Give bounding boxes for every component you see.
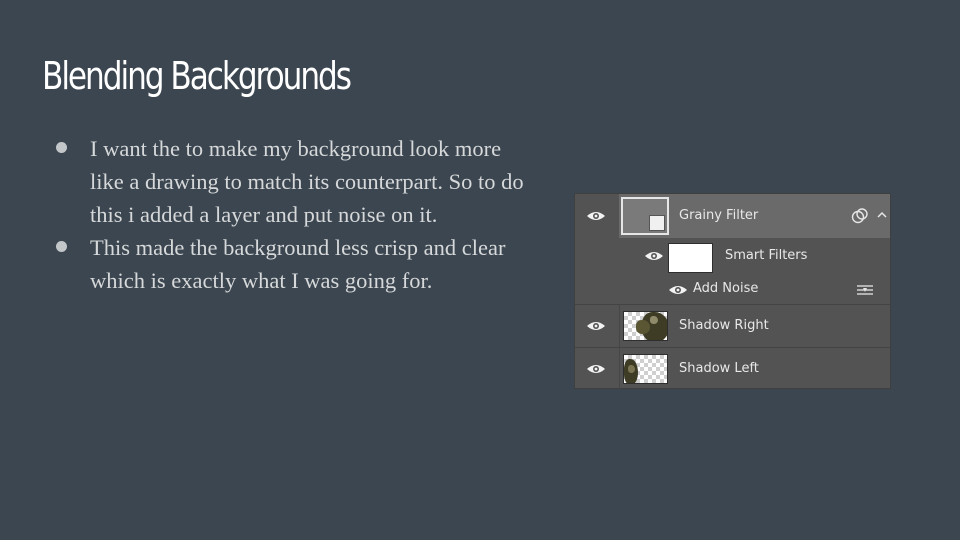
eye-icon[interactable]	[668, 284, 688, 296]
bullet-list: I want the to make my background look mo…	[56, 132, 526, 297]
bullet-item: I want the to make my background look mo…	[56, 132, 526, 231]
filter-name-add-noise[interactable]: Add Noise	[693, 281, 758, 296]
smart-filter-link-icon[interactable]	[851, 208, 869, 224]
chevron-up-icon[interactable]	[876, 210, 888, 218]
layer-name: Shadow Left	[679, 361, 759, 376]
layer-thumbnail[interactable]	[621, 197, 669, 235]
slide-title: Blending Backgrounds	[42, 54, 352, 98]
eye-icon[interactable]	[586, 363, 606, 375]
layer-name: Shadow Right	[679, 318, 769, 333]
bullet-item: This made the background less crisp and …	[56, 231, 526, 297]
layer-thumbnail[interactable]	[623, 311, 668, 341]
layers-panel: Grainy Filter Smart Filters Add Noise Sh…	[574, 193, 891, 390]
bullet-text: I want the to make my background look mo…	[90, 136, 524, 227]
bullet-dot-icon	[56, 142, 67, 153]
eye-icon[interactable]	[586, 320, 606, 332]
smart-filters-group: Smart Filters Add Noise	[575, 238, 890, 302]
smart-filter-mask-thumbnail[interactable]	[668, 243, 713, 273]
bullet-text: This made the background less crisp and …	[90, 235, 506, 293]
layer-row-shadow-right[interactable]: Shadow Right	[575, 304, 890, 347]
bullet-dot-icon	[56, 241, 67, 252]
smart-filters-label: Smart Filters	[725, 248, 808, 263]
layer-row-grainy-filter[interactable]: Grainy Filter	[575, 194, 890, 238]
smart-object-icon	[649, 215, 665, 231]
layer-thumbnail[interactable]	[623, 354, 668, 384]
layer-name: Grainy Filter	[679, 208, 759, 223]
filter-options-icon[interactable]	[856, 283, 874, 297]
layer-row-shadow-left[interactable]: Shadow Left	[575, 347, 890, 390]
eye-icon[interactable]	[586, 210, 606, 222]
eye-icon[interactable]	[644, 250, 664, 262]
